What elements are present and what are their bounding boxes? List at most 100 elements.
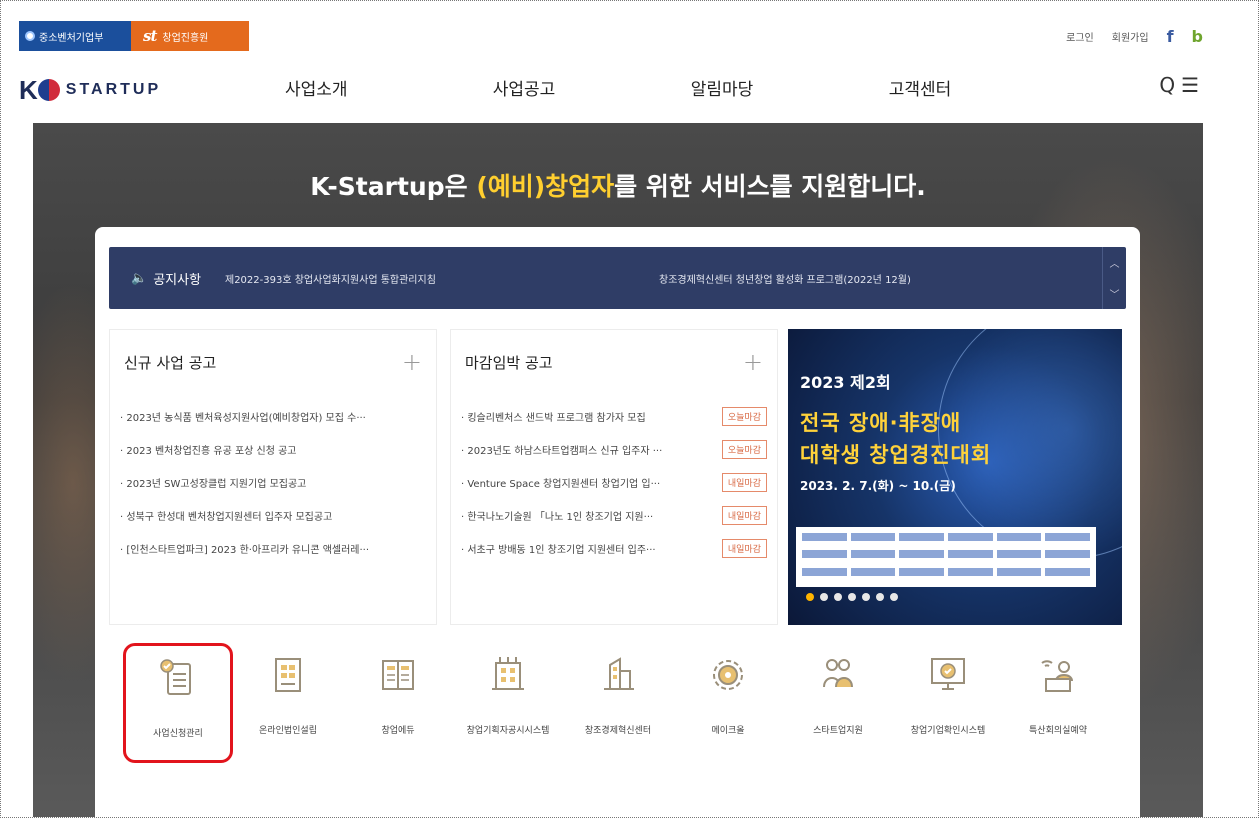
utility-links: 로그인 회원가입 f b: [1066, 21, 1203, 51]
plus-icon[interactable]: +: [402, 348, 422, 376]
new-announcements-list: · 2023년 농식품 벤처육성지원사업(예비창업자) 모집 수··· · 20…: [110, 394, 436, 565]
pager-dot[interactable]: [862, 593, 870, 601]
quick-link-label: 창업에듀: [381, 726, 415, 736]
hero-title-b: 를 위한 서비스를 지원합니다.: [614, 172, 926, 201]
main-card: 🔈 공지사항 제2022-393호 창업사업화지원사업 통합관리지침 창조경제혁…: [95, 227, 1140, 817]
book-icon: [382, 660, 414, 690]
logo-word: STARTUP: [65, 81, 162, 98]
quick-link-accelerator-disclosure[interactable]: 창업기획자공시시스템: [453, 643, 563, 763]
header-icons: Q ☰: [1159, 73, 1199, 97]
quick-link-label: 특산회의실예약: [1029, 726, 1087, 736]
quick-link-application-management[interactable]: 사업신청관리: [123, 643, 233, 763]
notice-arrows: ︿ ﹀: [1102, 247, 1126, 309]
list-item-text: · 한국나노기술원 「나노 1인 창조기업 지원···: [461, 512, 654, 523]
banner-line-1: 2023 제2회: [800, 373, 891, 392]
list-item[interactable]: · 2023년도 하남스타트업캠퍼스 신규 입주자 ··· 오늘마감: [461, 433, 767, 466]
kstartup-page: 중소벤처기업부 st 창업진흥원 로그인 회원가입 f b K STARTUP …: [19, 21, 1203, 817]
nav-item-about[interactable]: 사업소개: [285, 75, 425, 100]
pager-dot[interactable]: [890, 593, 898, 601]
quick-link-startup-confirmation[interactable]: 창업기업확인시스템: [893, 643, 1003, 763]
list-item-text: · 2023년 농식품 벤처육성지원사업(예비창업자) 모집 수···: [120, 413, 366, 424]
closing-soon-title: 마감임박 공고: [465, 353, 553, 372]
kised-logo-mark: st: [143, 27, 157, 45]
screenshot-frame: 중소벤처기업부 st 창업진흥원 로그인 회원가입 f b K STARTUP …: [0, 0, 1259, 818]
banner-line-3: 대학생 창업경진대회: [800, 443, 992, 467]
closing-soon-box: 마감임박 공고 + · 킹슬리벤처스 샌드박 프로그램 참가자 모집 오늘마감 ·…: [450, 329, 778, 625]
list-item[interactable]: · 한국나노기술원 「나노 1인 창조기업 지원··· 내일마감: [461, 499, 767, 532]
checklist-icon: [160, 659, 191, 695]
quick-link-label: 사업신청관리: [153, 729, 203, 739]
hero-title-highlight: (예비)창업자: [476, 172, 615, 201]
list-item[interactable]: · 2023 벤처창업진흥 유공 포상 신청 공고: [120, 433, 426, 466]
banner-date: 2023. 2. 7.(화) ~ 10.(금): [800, 479, 956, 493]
notice-item[interactable]: 창조경제혁신센터 청년창업 활성화 프로그램(2022년 12월): [659, 271, 911, 286]
list-item-text: · 성북구 한성대 벤처창업지원센터 입주자 모집공고: [120, 512, 333, 523]
global-nav: 사업소개 사업공고 알림마당 고객센터: [285, 75, 1019, 100]
pager-dot[interactable]: [834, 593, 842, 601]
kised-link[interactable]: st 창업진흥원: [131, 21, 249, 51]
monitor-check-icon: [931, 658, 965, 690]
kised-label: 창업진흥원: [162, 32, 209, 44]
list-item[interactable]: · 2023년 농식품 벤처육성지원사업(예비창업자) 모집 수···: [120, 400, 426, 433]
list-item-text: · 2023 벤처창업진흥 유공 포상 신청 공고: [120, 446, 297, 457]
deadline-badge: 내일마감: [721, 539, 767, 558]
gear-icon: [713, 660, 743, 690]
hamburger-menu-icon[interactable]: ☰: [1181, 73, 1199, 97]
nav-item-news[interactable]: 알림마당: [623, 75, 821, 100]
facebook-icon[interactable]: f: [1167, 27, 1174, 46]
pager-dot[interactable]: [820, 593, 828, 601]
quick-links: 사업신청관리 온라인법인설립 창업에듀 창업기획자공시시스템 창조경제혁신센터 …: [123, 643, 1113, 763]
notice-label-text: 공지사항: [153, 272, 202, 288]
list-item[interactable]: · Venture Space 창업지원센터 창업기업 입··· 내일마감: [461, 466, 767, 499]
list-item-text: · 킹슬리벤처스 샌드박 프로그램 참가자 모집: [461, 413, 646, 424]
kstartup-logo[interactable]: K STARTUP: [19, 75, 161, 105]
quick-link-innovation-center[interactable]: 창조경제혁신센터: [563, 643, 673, 763]
search-icon[interactable]: Q: [1159, 73, 1175, 97]
people-icon: [823, 659, 853, 688]
quick-link-label: 메이크올: [711, 726, 745, 736]
banner-line-2: 전국 장애·非장애: [800, 411, 962, 435]
quick-link-startup-edu[interactable]: 창업에듀: [343, 643, 453, 763]
hero-title: K-Startup은 (예비)창업자를 위한 서비스를 지원합니다.: [33, 167, 1203, 203]
blog-icon[interactable]: b: [1192, 27, 1203, 46]
tower-icon: [604, 657, 634, 690]
quick-link-makeall[interactable]: 메이크올: [673, 643, 783, 763]
list-item[interactable]: · 킹슬리벤처스 샌드박 프로그램 참가자 모집 오늘마감: [461, 400, 767, 433]
list-item-text: · 2023년도 하남스타트업캠퍼스 신규 입주자 ···: [461, 446, 663, 457]
list-item[interactable]: · 2023년 SW고성장클럽 지원기업 모집공고: [120, 466, 426, 499]
list-item-text: · [인천스타트업파크] 2023 한·아프리카 유니콘 액셀러레···: [120, 545, 370, 556]
office-icon: [492, 657, 524, 690]
notice-label[interactable]: 🔈 공지사항: [109, 269, 225, 288]
chevron-up-icon[interactable]: ︿: [1110, 255, 1120, 270]
quick-link-online-incorporation[interactable]: 온라인법인설립: [233, 643, 343, 763]
quick-link-room-reservation[interactable]: 특산회의실예약: [1003, 643, 1113, 763]
list-item[interactable]: · 서초구 방배동 1인 창조기업 지원센터 입주··· 내일마감: [461, 532, 767, 565]
nav-item-announcements[interactable]: 사업공고: [425, 75, 623, 100]
nav-item-customer-center[interactable]: 고객센터: [821, 75, 1019, 100]
mss-link[interactable]: 중소벤처기업부: [19, 21, 131, 51]
mss-label: 중소벤처기업부: [39, 32, 104, 44]
list-item-text: · Venture Space 창업지원센터 창업기업 입···: [461, 479, 661, 490]
join-link[interactable]: 회원가입: [1112, 29, 1149, 44]
plus-icon[interactable]: +: [743, 348, 763, 376]
quick-link-label: 스타트업지원: [813, 726, 863, 736]
sponsor-logos: [796, 527, 1096, 587]
quick-link-label: 창조경제혁신센터: [584, 726, 652, 736]
chevron-down-icon[interactable]: ﹀: [1110, 286, 1120, 301]
pager-dot[interactable]: [848, 593, 856, 601]
list-item[interactable]: · [인천스타트업파크] 2023 한·아프리카 유니콘 액셀러레···: [120, 532, 426, 565]
login-link[interactable]: 로그인: [1066, 29, 1094, 44]
event-banner[interactable]: 2023 제2회 전국 장애·非장애 대학생 창업경진대회 2023. 2. 7…: [788, 329, 1122, 625]
list-item[interactable]: · 성북구 한성대 벤처창업지원센터 입주자 모집공고: [120, 499, 426, 532]
reservation-icon: [1041, 660, 1073, 692]
pager-dot[interactable]: [806, 593, 814, 601]
taegeuk-icon: [37, 79, 60, 101]
banner-pager: [806, 593, 898, 601]
notice-item[interactable]: 제2022-393호 창업사업화지원사업 통합관리지침: [225, 271, 659, 286]
speaker-icon: 🔈: [131, 270, 148, 286]
list-item-text: · 2023년 SW고성장클럽 지원기업 모집공고: [120, 479, 307, 490]
notice-bar: 🔈 공지사항 제2022-393호 창업사업화지원사업 통합관리지침 창조경제혁…: [109, 247, 1126, 309]
pager-dot[interactable]: [876, 593, 884, 601]
quick-link-startup-support[interactable]: 스타트업지원: [783, 643, 893, 763]
quick-link-label: 창업기업확인시스템: [910, 726, 986, 736]
